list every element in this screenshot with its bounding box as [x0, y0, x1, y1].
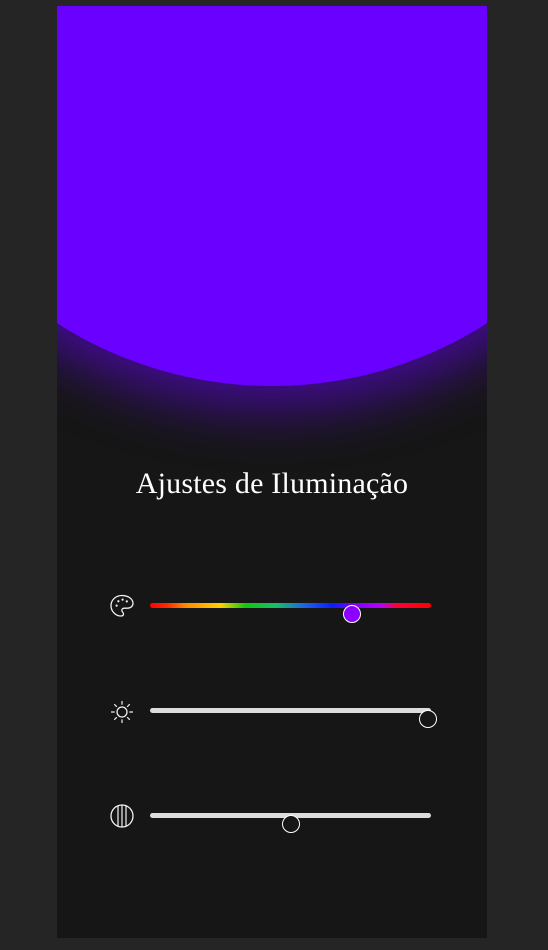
contrast-slider-thumb[interactable] [281, 815, 300, 833]
palette-icon [109, 593, 135, 619]
hue-slider-track[interactable] [150, 603, 431, 623]
brightness-slider-track[interactable] [150, 708, 438, 728]
lighting-panel: Ajustes de Iluminação [57, 6, 487, 938]
contrast-control [109, 801, 439, 833]
contrast-icon [109, 803, 135, 829]
panel-title: Ajustes de Iluminação [135, 467, 409, 500]
light-preview [57, 6, 487, 386]
brightness-control [109, 696, 439, 728]
contrast-slider-track[interactable] [150, 813, 431, 833]
hue-control [109, 591, 439, 623]
hue-slider-thumb[interactable] [343, 605, 362, 623]
brightness-slider-thumb[interactable] [419, 710, 438, 728]
sun-icon [109, 698, 135, 724]
